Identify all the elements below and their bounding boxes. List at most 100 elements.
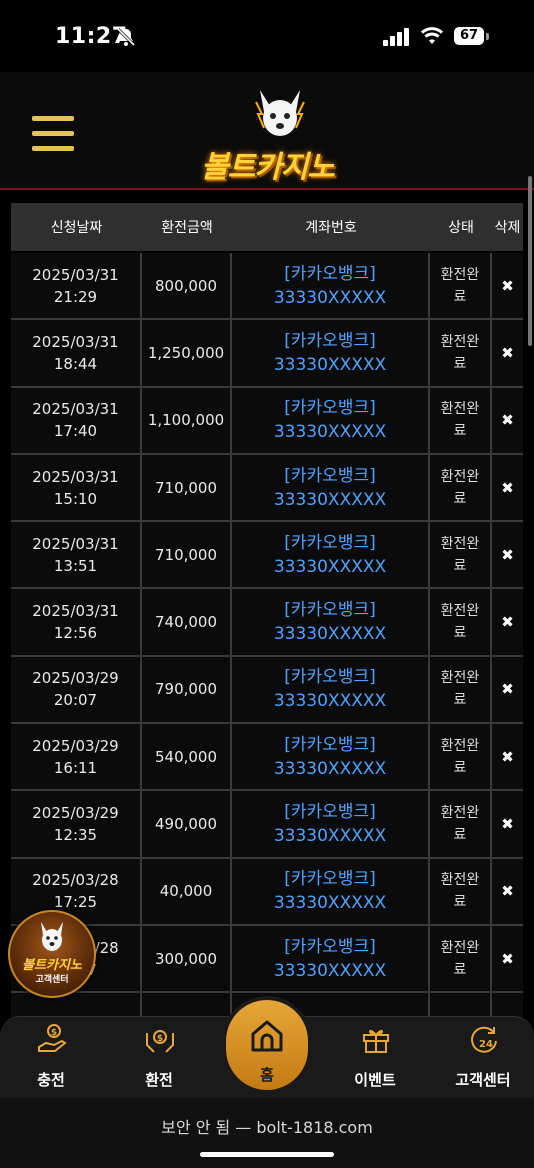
24h-support-icon: 24 <box>471 1026 497 1053</box>
request-time: 21:29 <box>53 287 98 306</box>
cell-delete: ✖ <box>492 791 523 857</box>
cell-date: 2025/03/31 21:29 <box>11 253 142 319</box>
browser-address-bar[interactable]: 보안 안 됨 — bolt-1818.com <box>0 1098 534 1168</box>
delete-icon[interactable]: ✖ <box>501 344 514 362</box>
delete-icon[interactable]: ✖ <box>501 479 514 497</box>
cell-account: [카카오뱅크] 33330XXXXX <box>232 858 430 924</box>
exchange-amount: 1,250,000 <box>147 343 225 362</box>
status-text-cont: 료 <box>453 894 467 911</box>
cell-delete: ✖ <box>492 724 523 790</box>
request-date: 2025/03/31 <box>32 602 119 621</box>
request-time: 12:56 <box>53 624 98 643</box>
cell-amount: 710,000 <box>142 454 232 521</box>
cell-account: [카카오뱅크] 33330XXXXX <box>232 589 430 655</box>
cell-delete: ✖ <box>492 320 523 386</box>
delete-icon[interactable]: ✖ <box>501 882 514 900</box>
bank-name: [카카오뱅크] <box>284 936 376 957</box>
delete-icon[interactable]: ✖ <box>501 411 514 429</box>
table-row: 2025/03/31 15:10 710,000 [카카오뱅크] 33330XXXXX 환… <box>11 454 523 523</box>
cell-account: [카카오뱅크] 33330XXXXX <box>232 791 430 857</box>
request-date: 2025/03/31 <box>32 534 119 553</box>
bank-name: [카카오뱅크] <box>284 667 376 688</box>
cell-status: 환전완 료 <box>430 454 492 521</box>
exchange-amount: 40,000 <box>159 882 213 901</box>
menu-icon[interactable] <box>32 116 74 152</box>
cell-account: [카카오뱅크] 33330XXXXX <box>232 925 430 992</box>
cell-delete: ✖ <box>492 522 523 588</box>
request-time: 20:07 <box>53 691 98 710</box>
cell-delete: ✖ <box>492 454 523 521</box>
cell-signal-icon <box>383 28 409 46</box>
status-text-cont: 료 <box>453 759 467 776</box>
cell-account: [카카오뱅크] 33330XXXXX <box>232 454 430 521</box>
site-logo[interactable]: 볼트카지노 <box>180 84 360 185</box>
delete-icon[interactable]: ✖ <box>501 546 514 564</box>
nav-support[interactable]: 24 고객센터 <box>438 1017 528 1099</box>
bank-name: [카카오뱅크] <box>284 802 376 823</box>
table-header: 신청날짜 환전금액 계좌번호 상태 삭제 <box>11 203 523 251</box>
request-date: 2025/03/29 <box>32 669 119 688</box>
delete-icon[interactable]: ✖ <box>501 950 514 968</box>
nav-event[interactable]: 이벤트 <box>330 1017 420 1099</box>
svg-text:$: $ <box>51 1028 57 1038</box>
request-date: 2025/03/31 <box>32 400 119 419</box>
cell-delete: ✖ <box>492 925 523 992</box>
table-row: 2025/03/29 12:35 490,000 [카카오뱅크] 33330XXXXX 환… <box>11 791 523 859</box>
cell-date: 2025/03/31 15:10 <box>11 454 142 521</box>
bank-name: [카카오뱅크] <box>284 600 376 621</box>
nav-exchange[interactable]: $ 환전 <box>114 1017 204 1099</box>
cell-account: [카카오뱅크] 33330XXXXX <box>232 253 430 319</box>
exchange-amount: 540,000 <box>154 747 218 766</box>
bank-name: [카카오뱅크] <box>284 263 376 284</box>
bank-name: [카카오뱅크] <box>284 869 376 890</box>
cell-date: 2025/03/29 16:11 <box>11 724 142 790</box>
home-icon <box>251 1020 283 1052</box>
page-scrollbar[interactable] <box>528 176 532 346</box>
nav-home[interactable]: 홈 <box>226 1000 308 1090</box>
support-badge-title: 볼트카지노 <box>22 958 82 973</box>
cell-status: 환전완 료 <box>430 522 492 588</box>
request-date: 2025/03/29 <box>32 804 119 823</box>
cell-status: 환전완 료 <box>430 253 492 319</box>
delete-icon[interactable]: ✖ <box>501 815 514 833</box>
exchange-amount: 710,000 <box>154 478 218 497</box>
delete-icon[interactable]: ✖ <box>501 748 514 766</box>
cell-amount: 540,000 <box>142 724 232 790</box>
column-header-amount: 환전금액 <box>161 220 213 236</box>
nav-event-label: 이벤트 <box>354 1071 396 1089</box>
home-indicator <box>200 1152 334 1157</box>
delete-icon[interactable]: ✖ <box>501 277 514 295</box>
delete-icon[interactable]: ✖ <box>501 680 514 698</box>
cell-status: 환전완 료 <box>430 589 492 655</box>
cell-amount: 490,000 <box>142 791 232 857</box>
browser-url[interactable]: 보안 안 됨 — bolt-1818.com <box>0 1114 534 1138</box>
cell-amount: 800,000 <box>142 253 232 319</box>
nav-deposit[interactable]: $ 충전 <box>6 1017 96 1099</box>
account-number: 33330XXXXX <box>273 354 387 375</box>
bell-muted-icon <box>116 27 136 47</box>
request-date: 2025/03/29 <box>32 736 119 755</box>
account-number: 33330XXXXX <box>273 624 387 645</box>
table-row: 2025/03/31 17:40 1,100,000 [카카오뱅크] 33330XXXX… <box>11 387 523 455</box>
exchange-amount: 490,000 <box>154 815 218 834</box>
status-text: 환전완 <box>440 872 480 889</box>
cell-status: 환전완료 <box>430 724 492 790</box>
column-header-date: 신청날짜 <box>50 220 103 236</box>
account-number: 33330XXXXX <box>273 489 387 510</box>
table-row: 2025/03/31 18:44 1,250,000 [카카오뱅크] 33330XXXX… <box>11 320 523 388</box>
status-text: 환전완 <box>440 737 480 754</box>
delete-icon[interactable]: ✖ <box>501 613 514 631</box>
cell-account: [카카오뱅크] 33330XXXXX <box>232 656 430 723</box>
site-header: 볼트카지노 <box>0 72 534 190</box>
account-number: 33330XXXXX <box>273 422 387 443</box>
cell-date: 2025/03/29 20:07 <box>11 656 142 723</box>
table-row: 2025/03/31 13:51 710,000 [카카오뱅크] 33330XXXXX 환… <box>11 522 523 590</box>
customer-support-badge[interactable]: 볼트카지노 고객센터 <box>8 910 96 998</box>
exchange-amount: 740,000 <box>154 613 218 632</box>
request-date: 2025/03/31 <box>32 265 119 284</box>
dog-mascot-icon <box>41 922 63 951</box>
column-header-account: 계좌번호 <box>305 220 357 236</box>
account-number: 33330XXXXX <box>273 691 387 712</box>
battery-icon: 67 <box>454 27 490 47</box>
bank-name: [카카오뱅크] <box>284 398 376 419</box>
